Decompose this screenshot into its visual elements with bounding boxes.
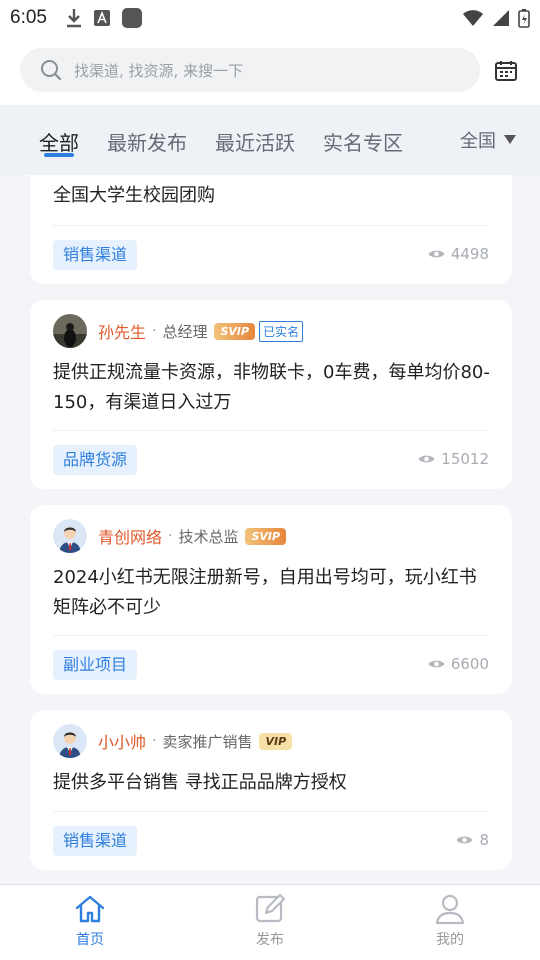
poster-name[interactable]: 小小帅 <box>98 729 146 753</box>
poster-info: 孙先生 · 总经理 SVIP 已实名 <box>53 314 304 348</box>
view-count-value: 15012 <box>441 450 489 468</box>
eye-icon <box>428 250 445 258</box>
verified-badge: 已实名 <box>259 320 304 342</box>
calendar-icon[interactable] <box>494 60 518 82</box>
view-count-value: 8 <box>479 831 489 849</box>
poster-role: 总经理 <box>162 322 208 341</box>
user-icon <box>435 894 465 925</box>
region-label: 全国 <box>460 131 496 152</box>
card-divider <box>53 225 489 226</box>
poster-role: 卖家推广销售 <box>162 732 253 751</box>
search-input[interactable]: 找渠道, 找资源, 来搜一下 <box>20 48 480 92</box>
svip-badge: SVIP <box>245 527 287 545</box>
avatar[interactable] <box>53 314 87 348</box>
poster-name[interactable]: 青创网络 <box>98 524 162 548</box>
post-title: 提供正规流量卡资源，非物联卡，0车费，每单均价80-150，有渠道日入过万 <box>53 362 490 413</box>
edit-icon <box>255 893 286 923</box>
separator-dot: · <box>152 733 157 749</box>
post-card[interactable]: 全国大学生校园团购 销售渠道 4498 <box>30 175 512 284</box>
region-selector[interactable]: 全国 <box>460 127 516 153</box>
status-bar: 6:05 <box>0 0 540 36</box>
wifi-icon <box>463 10 483 26</box>
post-card[interactable]: 孙先生 · 总经理 SVIP 已实名 提供正规流量卡资源，非物联卡，0车费，每单… <box>30 300 512 489</box>
eye-icon <box>428 660 445 668</box>
card-divider <box>53 811 489 812</box>
nav-home-label: 首页 <box>76 932 104 948</box>
home-icon <box>75 895 105 923</box>
caret-down-icon <box>504 135 516 144</box>
signal-icon <box>493 10 509 26</box>
nav-publish[interactable]: 发布 <box>240 893 300 949</box>
category-tabs: 全部 最新发布 最近活跃 实名专区 全国 <box>0 105 540 175</box>
tab-active[interactable]: 最近活跃 <box>215 127 295 156</box>
card-divider <box>53 635 489 636</box>
post-tag[interactable]: 副业项目 <box>53 650 138 680</box>
nav-profile[interactable]: 我的 <box>420 893 480 949</box>
separator-dot: · <box>152 323 157 339</box>
tab-all[interactable]: 全部 <box>39 127 79 156</box>
card-divider <box>53 430 489 431</box>
eye-icon <box>418 455 435 463</box>
tab-verified[interactable]: 实名专区 <box>323 127 403 156</box>
nav-profile-label: 我的 <box>436 932 464 948</box>
svip-badge: SVIP <box>214 322 256 340</box>
nav-publish-label: 发布 <box>256 932 284 948</box>
view-count: 4498 <box>428 245 489 263</box>
status-time: 6:05 <box>10 7 47 28</box>
battery-icon <box>518 9 530 28</box>
post-feed: 全国大学生校园团购 销售渠道 4498 孙先生 · 总经理 SVIP 已实名 提… <box>0 175 540 884</box>
poster-name[interactable]: 孙先生 <box>98 319 146 343</box>
post-title: 全国大学生校园团购 <box>53 185 215 206</box>
avatar[interactable] <box>53 724 87 758</box>
avatar[interactable] <box>53 519 87 553</box>
eye-icon <box>456 836 473 844</box>
bottom-nav: 首页 发布 我的 <box>0 884 540 960</box>
font-app-icon <box>93 10 110 26</box>
poster-role: 技术总监 <box>178 527 239 546</box>
post-card[interactable]: 小小帅 · 卖家推广销售 VIP 提供多平台销售 寻找正品品牌方授权 销售渠道 … <box>30 710 512 870</box>
post-title: 2024小红书无限注册新号，自用出号均可，玩小红书矩阵必不可少 <box>53 567 477 618</box>
view-count: 15012 <box>418 450 489 468</box>
post-card[interactable]: 青创网络 · 技术总监 SVIP 2024小红书无限注册新号，自用出号均可，玩小… <box>30 505 512 694</box>
view-count: 8 <box>456 831 489 849</box>
view-count: 6600 <box>428 655 489 673</box>
view-count-value: 6600 <box>450 655 489 673</box>
app-square-icon <box>121 8 142 28</box>
nav-home[interactable]: 首页 <box>60 893 120 949</box>
poster-info: 青创网络 · 技术总监 SVIP <box>53 519 287 553</box>
view-count-value: 4498 <box>450 245 489 263</box>
separator-dot: · <box>168 528 173 544</box>
search-header: 找渠道, 找资源, 来搜一下 <box>0 36 540 105</box>
tab-latest[interactable]: 最新发布 <box>107 127 187 156</box>
poster-info: 小小帅 · 卖家推广销售 VIP <box>53 724 293 758</box>
post-tag[interactable]: 品牌货源 <box>53 445 138 475</box>
search-placeholder: 找渠道, 找资源, 来搜一下 <box>74 61 244 80</box>
post-tag[interactable]: 销售渠道 <box>53 240 138 270</box>
post-title: 提供多平台销售 寻找正品品牌方授权 <box>53 772 347 793</box>
download-icon <box>66 9 81 28</box>
post-tag[interactable]: 销售渠道 <box>53 826 138 856</box>
search-icon <box>41 60 62 81</box>
vip-badge: VIP <box>259 732 293 750</box>
active-tab-indicator <box>44 153 74 157</box>
